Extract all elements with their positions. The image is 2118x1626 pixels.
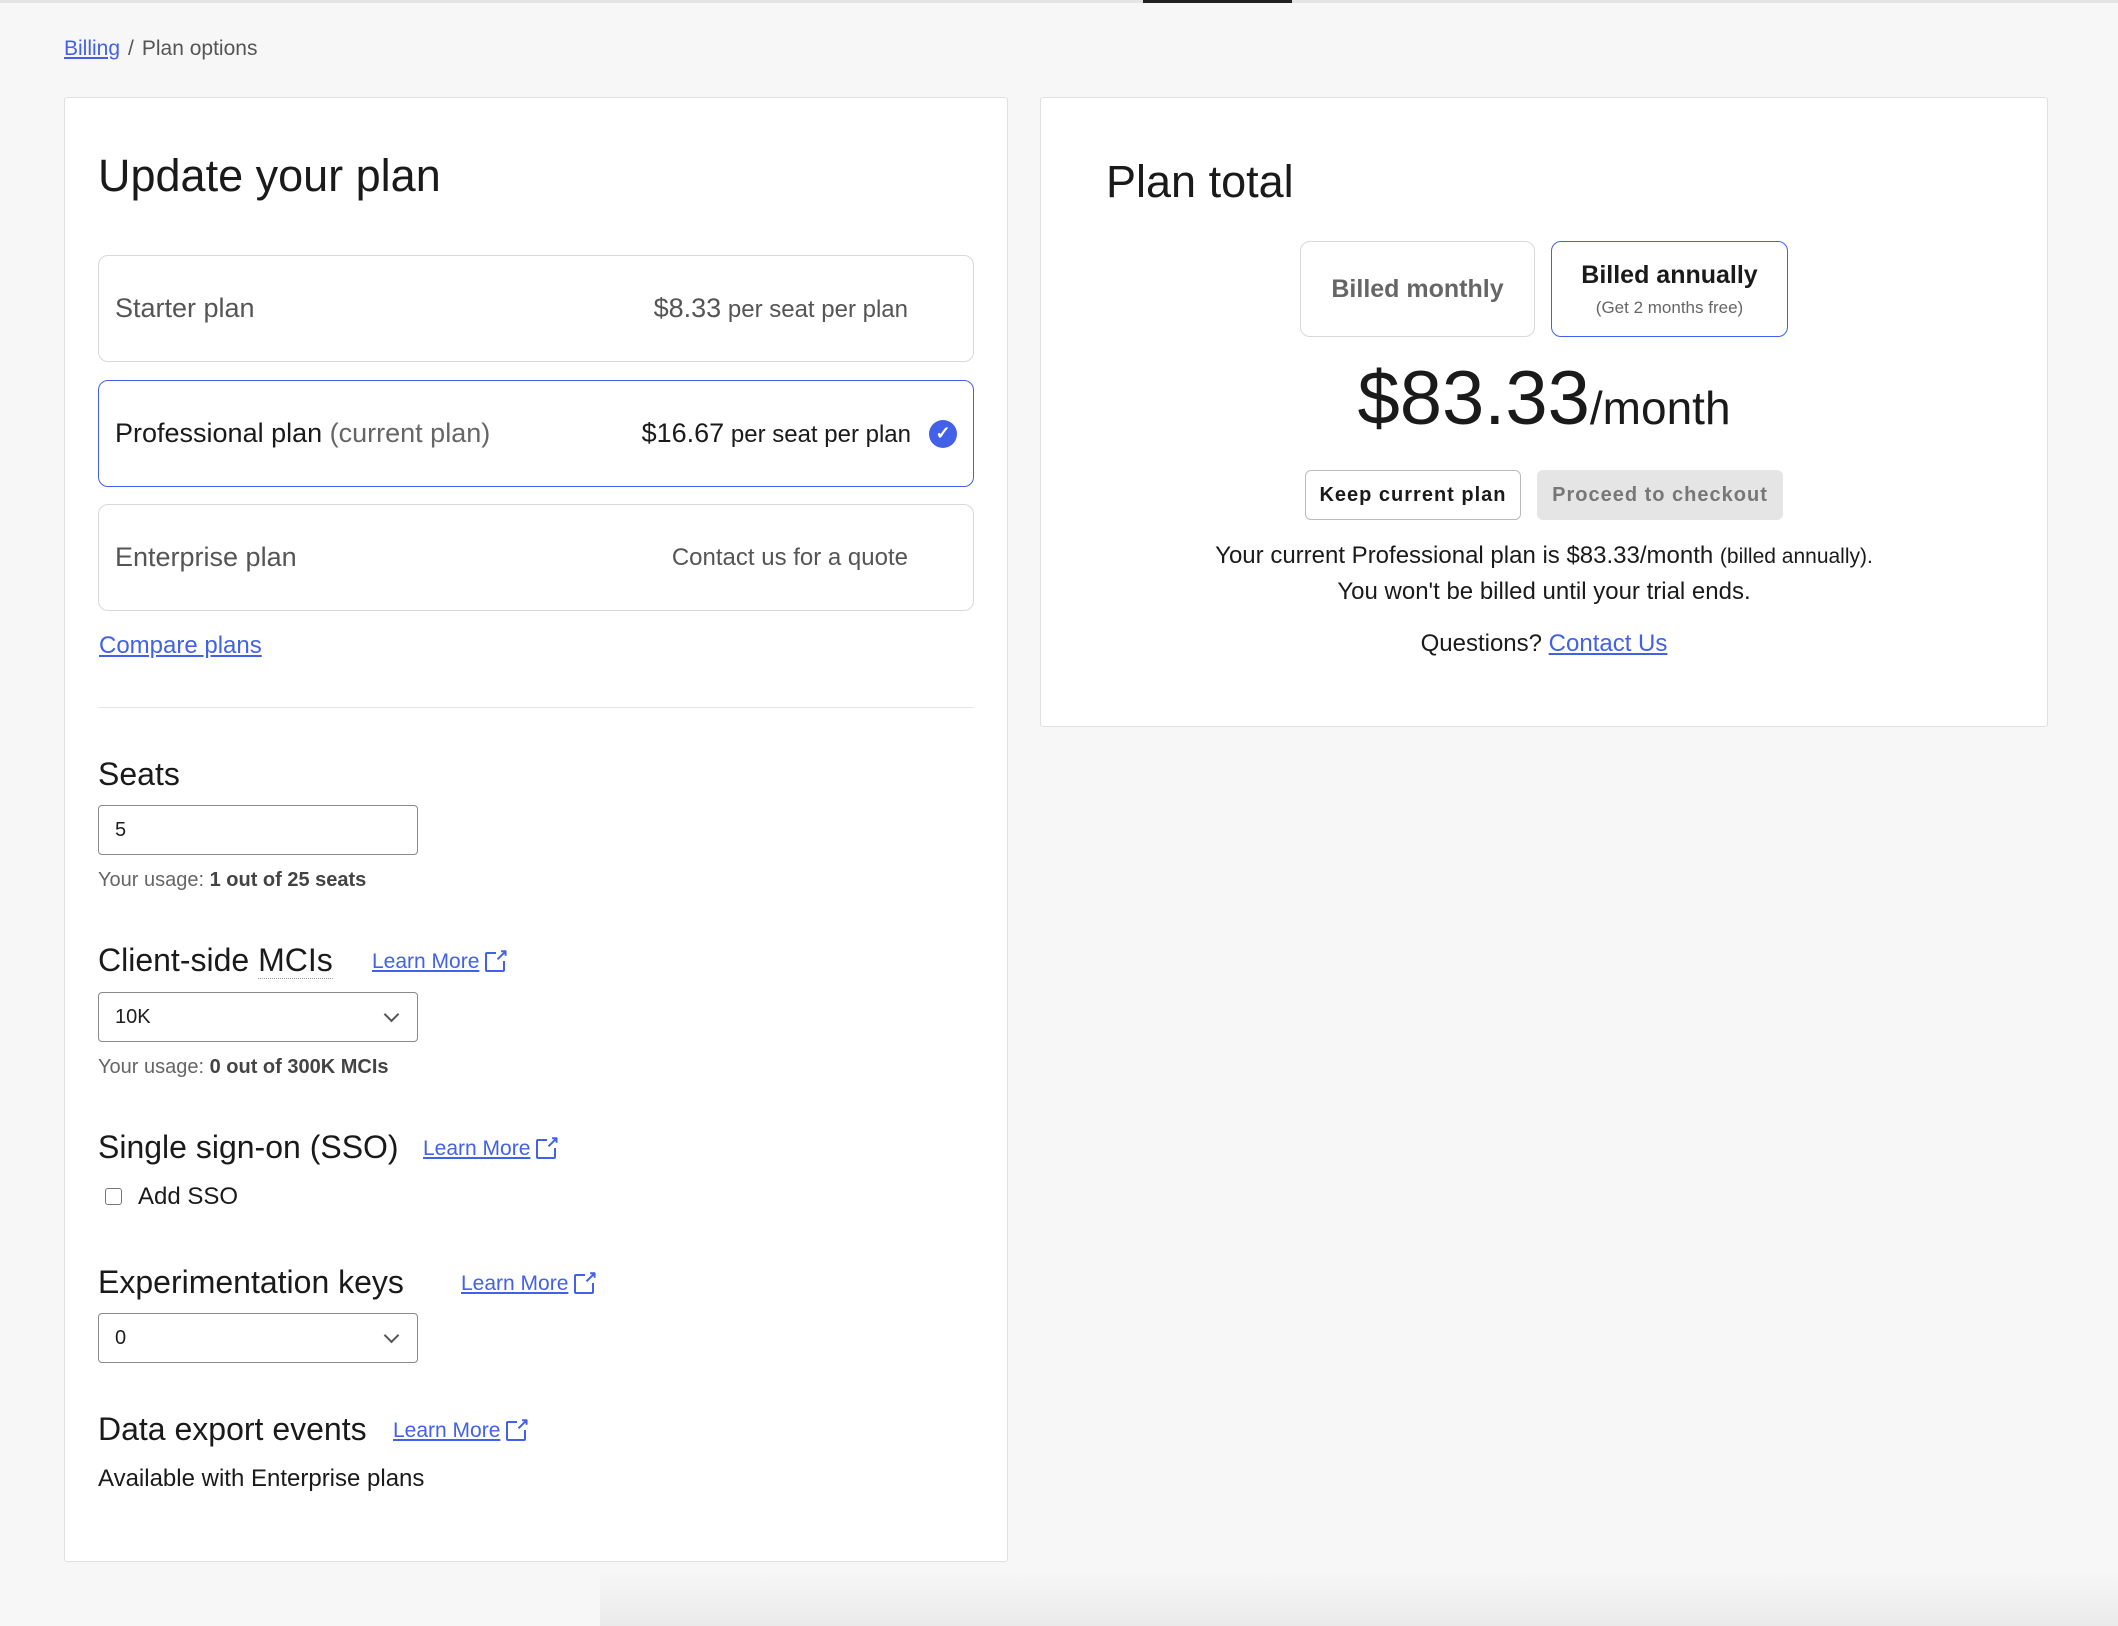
- proceed-to-checkout-button[interactable]: Proceed to checkout: [1537, 470, 1783, 520]
- experimentation-keys-heading: Experimentation keys: [98, 1264, 404, 1300]
- current-plan-summary: Your current Professional plan is $83.33…: [1040, 542, 2048, 570]
- external-link-icon: [574, 1267, 597, 1294]
- seats-heading: Seats: [98, 756, 180, 792]
- plan-price-unit: per seat per plan: [727, 296, 908, 323]
- toggle-note: (Get 2 months free): [1595, 297, 1744, 317]
- plan-option-enterprise[interactable]: Enterprise plan Contact us for a quote: [98, 504, 974, 611]
- add-sso-checkbox[interactable]: [105, 1188, 122, 1205]
- data-export-learn-more-link[interactable]: Learn More: [393, 1414, 529, 1443]
- chevron-down-icon: [383, 1006, 400, 1022]
- toggle-label: Billed monthly: [1331, 274, 1504, 303]
- learn-more-text: Learn More: [372, 950, 480, 973]
- mcis-value: 10K: [115, 1005, 151, 1028]
- active-tab-indicator: [1143, 0, 1292, 3]
- external-link-icon: [506, 1414, 529, 1441]
- usage-value: 0 out of 300K MCIs: [209, 1056, 389, 1078]
- experimentation-keys-value: 0: [115, 1326, 127, 1349]
- usage-value: 1 out of 25 seats: [209, 869, 367, 891]
- bottom-shadow: [600, 1570, 2118, 1626]
- experimentation-learn-more-link[interactable]: Learn More: [461, 1267, 597, 1296]
- add-sso-label[interactable]: Add SSO: [138, 1183, 238, 1211]
- data-export-heading: Data export events: [98, 1411, 367, 1447]
- learn-more-text: Learn More: [461, 1272, 569, 1295]
- toggle-label: Billed annually: [1581, 260, 1758, 289]
- plan-total-title: Plan total: [1106, 156, 1294, 207]
- top-bar: [0, 0, 2118, 3]
- usage-label: Your usage:: [98, 1056, 205, 1078]
- questions-text: Questions?: [1420, 630, 1542, 657]
- plan-name: Enterprise plan: [115, 542, 297, 572]
- billed-annually-toggle[interactable]: Billed annually (Get 2 months free): [1551, 241, 1788, 337]
- sso-heading: Single sign-on (SSO): [98, 1129, 399, 1165]
- divider: [98, 707, 974, 708]
- page-title: Update your plan: [98, 150, 441, 201]
- questions-line: Questions? Contact Us: [1040, 630, 2048, 658]
- mcis-heading: Client-side MCIs: [98, 942, 333, 979]
- price-period: /month: [1589, 382, 1731, 434]
- check-circle-icon: ✓: [929, 419, 957, 448]
- price-amount: $83.33: [1357, 356, 1590, 441]
- data-export-note: Available with Enterprise plans: [98, 1465, 425, 1492]
- mcis-term-tooltip[interactable]: MCIs: [258, 942, 333, 979]
- plan-price: $16.67: [641, 418, 725, 448]
- chevron-down-icon: [383, 1327, 400, 1343]
- sso-learn-more-link[interactable]: Learn More: [423, 1132, 559, 1161]
- plan-option-professional[interactable]: Professional plan (current plan) $16.67 …: [98, 380, 974, 487]
- plan-name: Starter plan: [115, 293, 255, 323]
- billed-monthly-toggle[interactable]: Billed monthly: [1300, 241, 1535, 337]
- mcis-usage: Your usage: 0 out of 300K MCIs: [98, 1056, 389, 1079]
- breadcrumb: Billing / Plan options: [64, 37, 257, 61]
- plan-price: $8.33: [653, 293, 722, 323]
- learn-more-text: Learn More: [423, 1137, 531, 1160]
- seats-value: 5: [115, 818, 127, 841]
- plan-contact-text: Contact us for a quote: [671, 543, 908, 571]
- seats-input[interactable]: 5: [98, 805, 418, 855]
- experimentation-keys-select[interactable]: 0: [98, 1313, 418, 1363]
- trial-note: You won't be billed until your trial end…: [1337, 578, 1751, 605]
- learn-more-text: Learn More: [393, 1419, 501, 1442]
- summary-text: Your current Professional plan is $83.33…: [1215, 542, 1714, 569]
- compare-plans-link[interactable]: Compare plans: [99, 632, 262, 660]
- seats-usage: Your usage: 1 out of 25 seats: [98, 869, 366, 892]
- plan-option-starter[interactable]: Starter plan $8.33 per seat per plan: [98, 255, 974, 362]
- breadcrumb-current: Plan options: [141, 37, 258, 60]
- mcis-learn-more-link[interactable]: Learn More: [372, 945, 508, 974]
- contact-us-link[interactable]: Contact Us: [1549, 630, 1668, 657]
- breadcrumb-separator: /: [128, 37, 134, 60]
- breadcrumb-billing-link[interactable]: Billing: [64, 37, 120, 60]
- plan-name: Professional plan: [115, 418, 323, 448]
- external-link-icon: [485, 945, 508, 972]
- usage-label: Your usage:: [98, 869, 205, 891]
- external-link-icon: [536, 1132, 559, 1159]
- keep-current-plan-button[interactable]: Keep current plan: [1305, 470, 1521, 520]
- mcis-select[interactable]: 10K: [98, 992, 418, 1042]
- mcis-heading-text: Client-side: [98, 942, 259, 978]
- summary-billing-note: (billed annually).: [1719, 545, 1873, 568]
- current-plan-note: (current plan): [329, 418, 491, 448]
- plan-price-unit: per seat per plan: [730, 421, 911, 448]
- total-price: $83.33/month: [1040, 355, 2048, 442]
